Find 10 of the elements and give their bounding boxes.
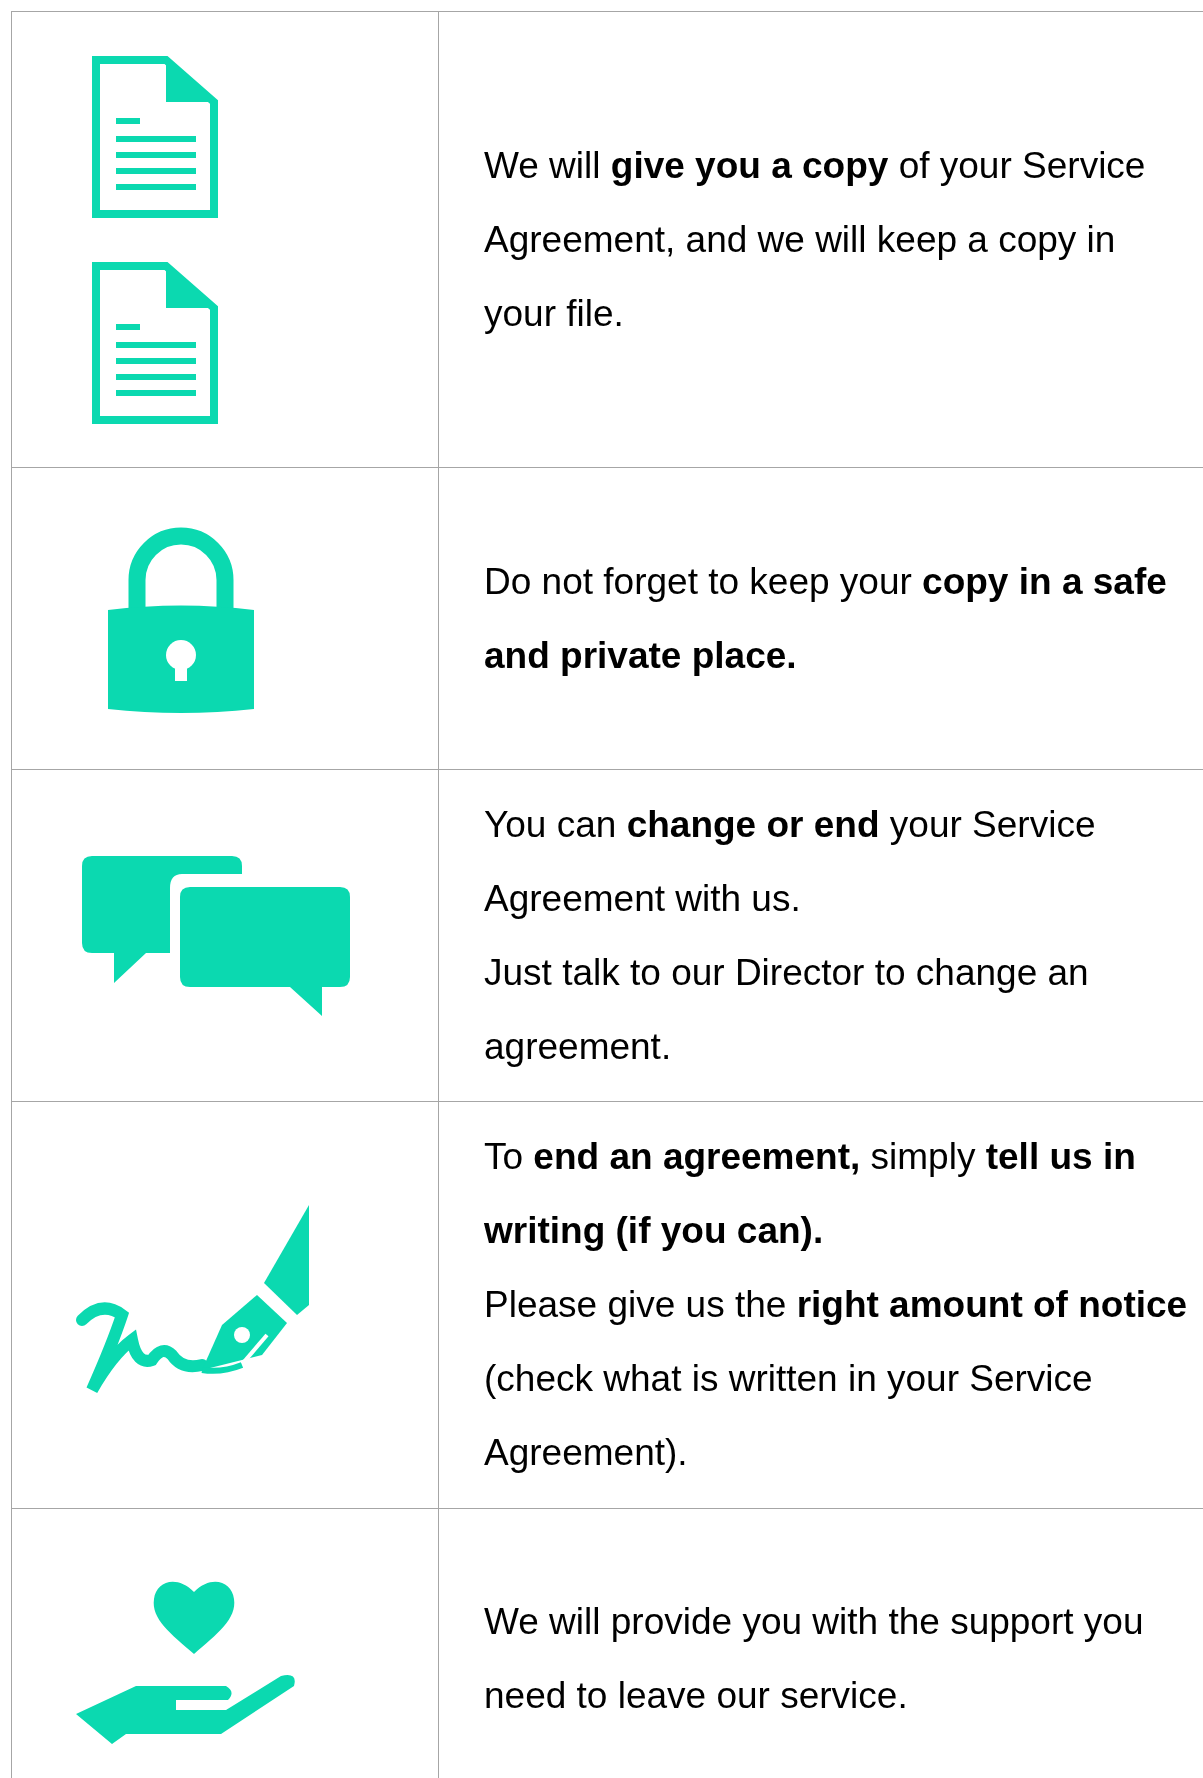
document-icon (92, 55, 218, 218)
document-icon (92, 261, 218, 424)
speech-bubbles-icon (82, 855, 350, 1016)
paragraph: We will provide you with the support you need to leave our service. (484, 1599, 1145, 1718)
paragraph: Just talk to our Director to change an agreement. (484, 950, 1090, 1069)
paragraph: You can change or end your Service Agreement with us. (484, 802, 1097, 921)
paragraph: To end an agreement, simply tell us in writing (if you can). (484, 1135, 1137, 1253)
paragraph: We will give you a copy of your Service Agreement, and we will keep a copy in your file. (484, 143, 1147, 336)
paragraph: Please give us the right amount of notice (check what is written in your Service Agreement). (484, 1283, 1189, 1475)
paragraph: Do not forget to keep your copy in a safe and private place. (484, 559, 1168, 678)
